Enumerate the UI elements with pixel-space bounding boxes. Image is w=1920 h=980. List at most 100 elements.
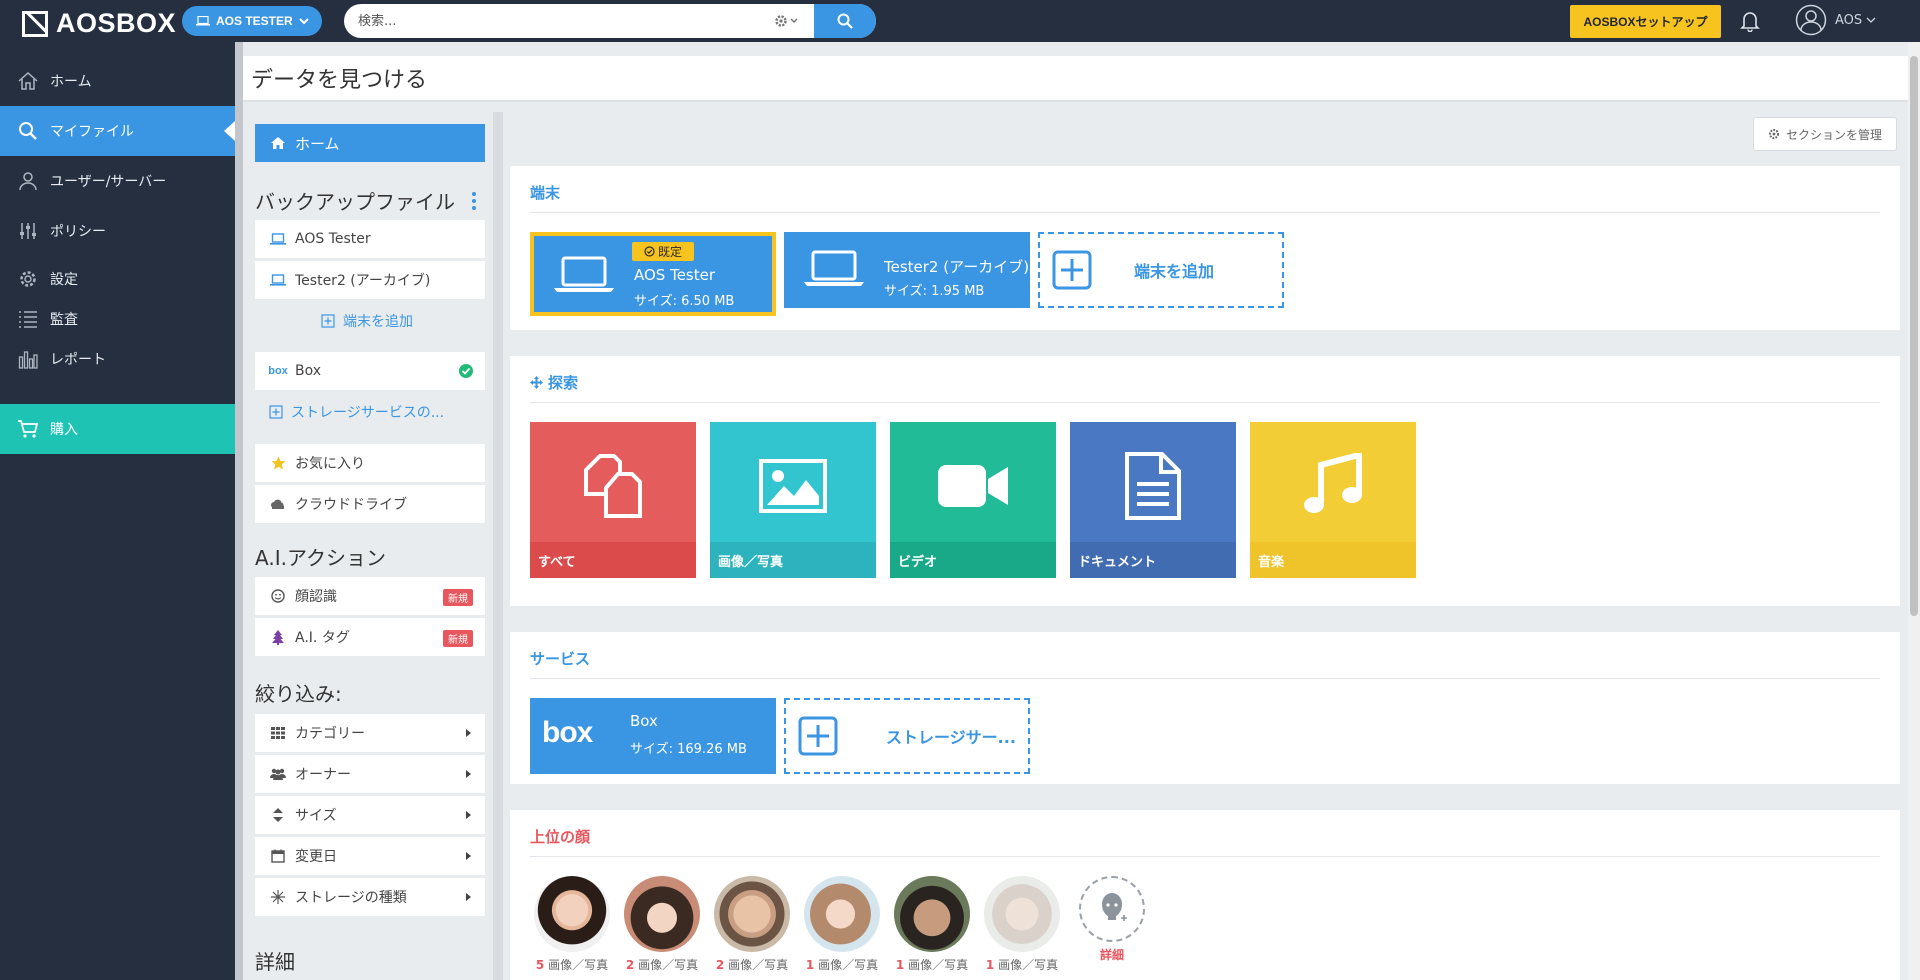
details-title: 詳細: [255, 950, 295, 974]
user-selector[interactable]: AOS TESTER: [182, 6, 322, 36]
nav-label: ホーム: [50, 74, 92, 90]
filter-size[interactable]: サイズ: [255, 796, 485, 834]
filter-panel: ホーム バックアップファイル AOS Tester Tester2 (アーカイブ…: [243, 104, 505, 980]
tile-label: 画像／写真: [710, 542, 876, 578]
nav-label: レポート: [50, 352, 106, 368]
nav-item-users-servers[interactable]: ユーザー/サーバー: [0, 156, 235, 206]
manage-sections-button[interactable]: セクションを管理: [1753, 117, 1897, 151]
logo-mark-icon: [22, 10, 48, 37]
search-button[interactable]: [814, 4, 876, 38]
filter-cloud-drive[interactable]: クラウドドライブ: [255, 485, 485, 523]
filter-add-storage-link[interactable]: ストレージサービスの...: [255, 394, 485, 430]
face-photo: [534, 876, 610, 952]
face-item[interactable]: 5 画像／写真: [534, 876, 610, 973]
plus-square-icon: [798, 716, 838, 756]
explore-tile-all[interactable]: すべて: [530, 422, 696, 578]
page-header: データを見つける: [243, 56, 1910, 102]
filter-service-box[interactable]: box Box: [255, 352, 485, 390]
cloud-drive-icon: [269, 499, 287, 510]
search-bar: [344, 4, 876, 38]
face-count: 5 画像／写真: [535, 958, 609, 972]
explore-title-label: 探索: [548, 374, 579, 392]
faces-detail-link[interactable]: 詳細: [1074, 876, 1150, 963]
chevron-right-icon: [466, 811, 471, 819]
face-item[interactable]: 1 画像／写真: [984, 876, 1060, 973]
ai-actions-title: A.I.アクション: [255, 546, 386, 570]
logo-text: AOSBOX: [56, 8, 177, 38]
face-item[interactable]: 2 画像／写真: [714, 876, 790, 973]
filter-device-aos-tester[interactable]: AOS Tester: [255, 220, 485, 258]
face-item[interactable]: 1 画像／写真: [804, 876, 880, 973]
left-navigation: ホーム マイファイル ユーザー/サーバー ポリシー 設定 監査 レポート 購入: [0, 42, 235, 980]
kebab-menu-icon[interactable]: [472, 192, 476, 210]
sort-icon: [269, 808, 287, 822]
face-count: 2 画像／写真: [715, 958, 789, 972]
service-card-box[interactable]: box Box サイズ: 169.26 MB: [530, 698, 776, 774]
filter-ai-tag[interactable]: A.I. タグ 新規: [255, 618, 485, 656]
device-card-tester2[interactable]: Tester2 (アーカイブ) サイズ: 1.95 MB: [784, 232, 1030, 308]
laptop-icon: [554, 256, 614, 292]
filter-storage-type[interactable]: ストレージの種類: [255, 878, 485, 916]
face-item[interactable]: 2 画像／写真: [624, 876, 700, 973]
face-item[interactable]: 1 画像／写真: [894, 876, 970, 973]
filter-add-device-link[interactable]: 端末を追加: [255, 303, 485, 339]
check-circle-icon: [644, 246, 655, 257]
plus-square-icon: [269, 405, 283, 419]
explore-tile-music[interactable]: 音楽: [1250, 422, 1416, 578]
nav-item-home[interactable]: ホーム: [0, 56, 235, 106]
users-icon: [269, 768, 287, 780]
explore-tile-video[interactable]: ビデオ: [890, 422, 1056, 578]
list-item-label: カテゴリー: [295, 726, 365, 742]
bell-icon[interactable]: [1740, 10, 1760, 32]
app-logo[interactable]: AOSBOX: [22, 8, 176, 39]
list-item-label: A.I. タグ: [295, 630, 350, 646]
gear-icon: [16, 267, 40, 291]
laptop-icon: [269, 233, 287, 245]
nav-item-my-files[interactable]: マイファイル: [0, 106, 235, 156]
filter-device-tester2[interactable]: Tester2 (アーカイブ): [255, 261, 485, 299]
nav-label: ポリシー: [50, 224, 106, 240]
filter-owner[interactable]: オーナー: [255, 755, 485, 793]
search-options-icon[interactable]: [774, 13, 800, 29]
service-name: Box: [630, 712, 658, 730]
filter-panel-scrollbar[interactable]: [493, 112, 503, 980]
filter-category[interactable]: カテゴリー: [255, 714, 485, 752]
explore-tile-documents[interactable]: ドキュメント: [1070, 422, 1236, 578]
nav-item-purchase[interactable]: 購入: [0, 404, 235, 454]
explore-tile-images[interactable]: 画像／写真: [710, 422, 876, 578]
filter-modified-date[interactable]: 変更日: [255, 837, 485, 875]
new-badge: 新規: [443, 630, 473, 647]
filter-face-recognition[interactable]: 顔認識 新規: [255, 577, 485, 615]
filter-favorites[interactable]: お気に入り: [255, 444, 485, 482]
tile-label: 音楽: [1250, 542, 1416, 578]
tile-label: ドキュメント: [1070, 542, 1236, 578]
explore-panel: 探索 すべて 画像／写真 ビデオ ドキュメント 音楽: [510, 356, 1900, 606]
chevron-down-icon: [299, 18, 309, 25]
face-photo: [984, 876, 1060, 952]
nav-label: 購入: [50, 422, 78, 438]
list-item-label: 変更日: [295, 849, 337, 865]
add-storage-card[interactable]: ストレージサー...: [784, 698, 1030, 774]
user-pill-label: AOS TESTER: [216, 14, 293, 28]
nav-scrollbar[interactable]: [235, 42, 243, 980]
list-item-label: お気に入り: [295, 456, 365, 472]
top-bar: AOSBOX AOS TESTER AOSBOXセットアップ AOS: [0, 0, 1920, 42]
divider: [530, 678, 1880, 679]
list-item-label: 顔認識: [295, 589, 337, 605]
setup-button[interactable]: AOSBOXセットアップ: [1570, 5, 1721, 38]
snowflake-icon: [269, 890, 287, 904]
face-count: 1 画像／写真: [985, 958, 1059, 972]
nav-item-policy[interactable]: ポリシー: [0, 206, 235, 256]
filter-home-button[interactable]: ホーム: [255, 124, 485, 162]
search-input[interactable]: [344, 4, 814, 38]
list-item-label: Tester2 (アーカイブ): [295, 273, 431, 289]
user-icon: [16, 169, 40, 193]
account-menu[interactable]: AOS: [1795, 4, 1876, 36]
add-device-card[interactable]: 端末を追加: [1038, 232, 1284, 308]
nav-label: ユーザー/サーバー: [50, 174, 167, 190]
nav-item-reports[interactable]: レポート: [0, 334, 235, 384]
page-scrollbar-thumb[interactable]: [1910, 56, 1918, 616]
device-card-aos-tester[interactable]: 既定 AOS Tester サイズ: 6.50 MB: [530, 232, 776, 316]
services-panel: サービス box Box サイズ: 169.26 MB ストレージサー...: [510, 632, 1900, 784]
document-icon: [1070, 444, 1236, 528]
